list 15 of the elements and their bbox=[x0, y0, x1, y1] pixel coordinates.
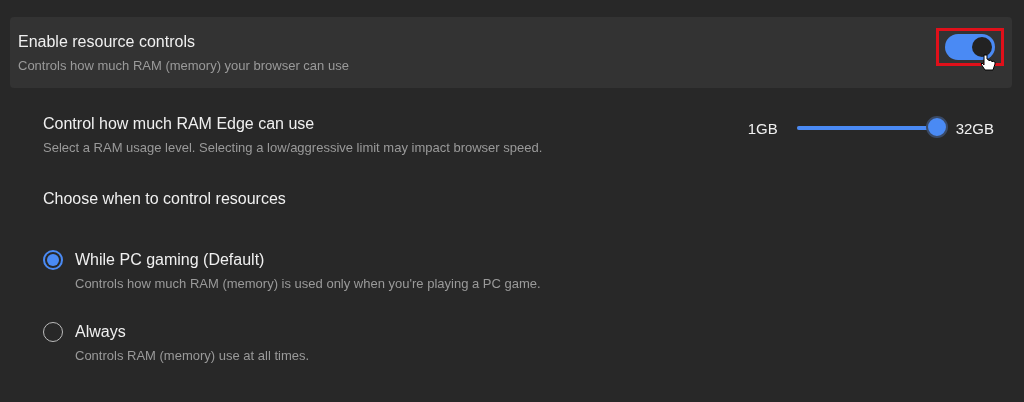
setting-description: Controls how much RAM (memory) your browser can use bbox=[18, 57, 349, 73]
radio-button[interactable] bbox=[43, 250, 63, 270]
slider-thumb[interactable] bbox=[925, 116, 948, 138]
setting-description: Select a RAM usage level. Selecting a low/aggressive limit may impact browser speed. bbox=[43, 140, 543, 155]
setting-title: Control how much RAM Edge can use bbox=[43, 115, 316, 133]
option-label: While PC gaming (Default) bbox=[75, 251, 266, 269]
option-description: Controls how much RAM (memory) is used only when you're playing a PC game. bbox=[75, 276, 541, 291]
setting-title: Enable resource controls bbox=[18, 32, 196, 51]
hand-cursor-icon bbox=[980, 53, 996, 72]
option-description: Controls RAM (memory) use at all times. bbox=[75, 348, 310, 363]
toggle-switch[interactable] bbox=[945, 33, 995, 60]
option-label: Always bbox=[75, 323, 127, 341]
slider-max-label: 32GB bbox=[955, 119, 994, 137]
section-heading: Choose when to control resources bbox=[42, 189, 287, 208]
slider-min-label: 1GB bbox=[747, 119, 778, 137]
